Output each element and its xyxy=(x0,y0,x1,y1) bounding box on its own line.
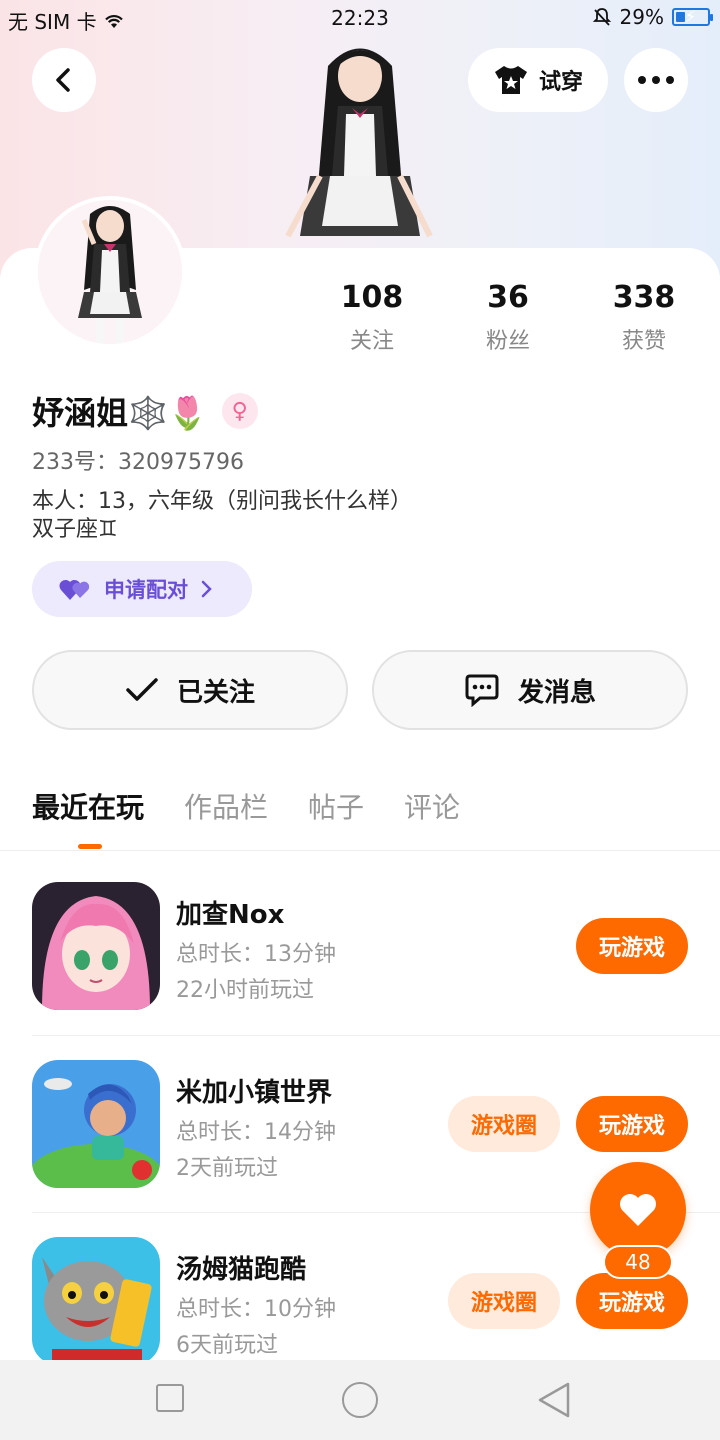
game-last-played: 2天前玩过 xyxy=(176,1156,278,1181)
game-total-time: 总时长：10分钟 xyxy=(176,1297,336,1322)
game-name: 加查Nox xyxy=(176,900,285,930)
more-dots-icon xyxy=(638,76,674,84)
divider xyxy=(32,1035,720,1036)
play-game-button[interactable]: 玩游戏 xyxy=(576,1273,688,1329)
try-on-label: 试穿 xyxy=(538,70,583,95)
game-name: 米加小镇世界 xyxy=(176,1078,333,1108)
followed-button[interactable]: 已关注 xyxy=(32,650,348,730)
stat-following[interactable]: 108 关注 xyxy=(304,280,440,355)
avatar-character-illustration xyxy=(38,200,182,344)
like-count-badge: 48 xyxy=(603,1245,673,1279)
checkmark-icon xyxy=(126,678,158,701)
game-circle-button[interactable]: 游戏圈 xyxy=(448,1273,560,1329)
miga-town-artwork xyxy=(32,1060,160,1188)
status-bar: 无 SIM 卡 22:23 29% ⚡ xyxy=(0,0,720,40)
tab-works[interactable]: 作品栏 xyxy=(184,786,268,826)
chevron-right-icon xyxy=(201,580,212,598)
shirt-icon xyxy=(494,66,527,94)
game-total-time: 总时长：13分钟 xyxy=(176,942,336,967)
game-name: 汤姆猫跑酷 xyxy=(176,1255,307,1285)
fans-count: 36 xyxy=(487,280,529,315)
pairing-label: 申请配对 xyxy=(104,578,188,602)
more-options-button[interactable] xyxy=(624,48,688,112)
stat-fans[interactable]: 36 粉丝 xyxy=(440,280,576,355)
name-row: 妤涵姐🕸️🌷 ♀ xyxy=(32,388,258,434)
stat-likes[interactable]: 338 获赞 xyxy=(576,280,712,355)
double-heart-icon xyxy=(59,579,90,600)
charging-bolt-icon: ⚡ xyxy=(685,7,697,26)
gacha-nox-artwork xyxy=(32,882,160,1010)
chat-bubble-icon xyxy=(465,674,499,707)
bio-line-2: 双子座♊ xyxy=(32,517,118,542)
back-arrow-icon xyxy=(56,68,70,92)
female-gender-icon: ♀ xyxy=(221,393,258,429)
back-triangle-icon[interactable] xyxy=(536,1380,572,1420)
like-floating-button[interactable] xyxy=(590,1162,686,1258)
gacha-nox-app-icon[interactable] xyxy=(32,882,160,1010)
divider xyxy=(0,850,720,851)
likes-label: 获赞 xyxy=(621,329,666,354)
back-button[interactable] xyxy=(32,48,96,112)
play-game-button[interactable]: 玩游戏 xyxy=(576,1096,688,1152)
send-message-button[interactable]: 发消息 xyxy=(372,650,688,730)
recent-apps-icon[interactable] xyxy=(156,1384,184,1412)
game-circle-button[interactable]: 游戏圈 xyxy=(448,1096,560,1152)
talking-tom-gold-run-app-icon[interactable] xyxy=(32,1237,160,1365)
list-item[interactable]: 加查Nox 总时长：13分钟 22小时前玩过 玩游戏 xyxy=(0,882,720,1058)
home-icon[interactable] xyxy=(342,1382,378,1418)
following-label: 关注 xyxy=(349,329,394,354)
game-last-played: 22小时前玩过 xyxy=(176,978,314,1003)
mute-bell-icon xyxy=(592,8,611,26)
user-bio: 本人：13，六年级（别问我长什么样） 双子座♊ xyxy=(32,488,412,544)
game-last-played: 6天前玩过 xyxy=(176,1333,278,1358)
system-navigation-bar xyxy=(0,1360,720,1440)
battery-icon: ⚡ xyxy=(672,7,713,26)
heart-icon xyxy=(620,1194,656,1226)
likes-count: 338 xyxy=(612,280,676,315)
tab-comments[interactable]: 评论 xyxy=(404,786,460,826)
battery-percent: 29% xyxy=(619,5,664,29)
miga-town-app-icon[interactable] xyxy=(32,1060,160,1188)
banner-character-illustration xyxy=(285,48,433,238)
active-tab-indicator xyxy=(78,844,102,849)
profile-tabs: 最近在玩 作品栏 帖子 评论 xyxy=(32,786,460,849)
followed-label: 已关注 xyxy=(176,677,255,708)
following-count: 108 xyxy=(340,280,404,315)
user-name: 妤涵姐🕸️🌷 xyxy=(32,394,208,432)
bio-line-1: 本人：13，六年级（别问我长什么样） xyxy=(32,489,412,514)
profile-stats: 108 关注 36 粉丝 338 获赞 xyxy=(304,280,712,355)
fans-label: 粉丝 xyxy=(485,329,530,354)
game-total-time: 总时长：14分钟 xyxy=(176,1120,336,1145)
avatar[interactable] xyxy=(34,196,186,348)
talking-tom-artwork xyxy=(32,1237,160,1365)
tab-recently-played[interactable]: 最近在玩 xyxy=(32,786,144,826)
request-pairing-button[interactable]: 申请配对 xyxy=(32,561,252,617)
send-message-label: 发消息 xyxy=(517,677,596,708)
user-id: 233号：320975796 xyxy=(32,450,244,475)
play-game-button[interactable]: 玩游戏 xyxy=(576,918,688,974)
tab-posts[interactable]: 帖子 xyxy=(308,786,364,826)
try-on-button[interactable]: 试穿 xyxy=(468,48,608,112)
battery-fill xyxy=(676,12,685,22)
